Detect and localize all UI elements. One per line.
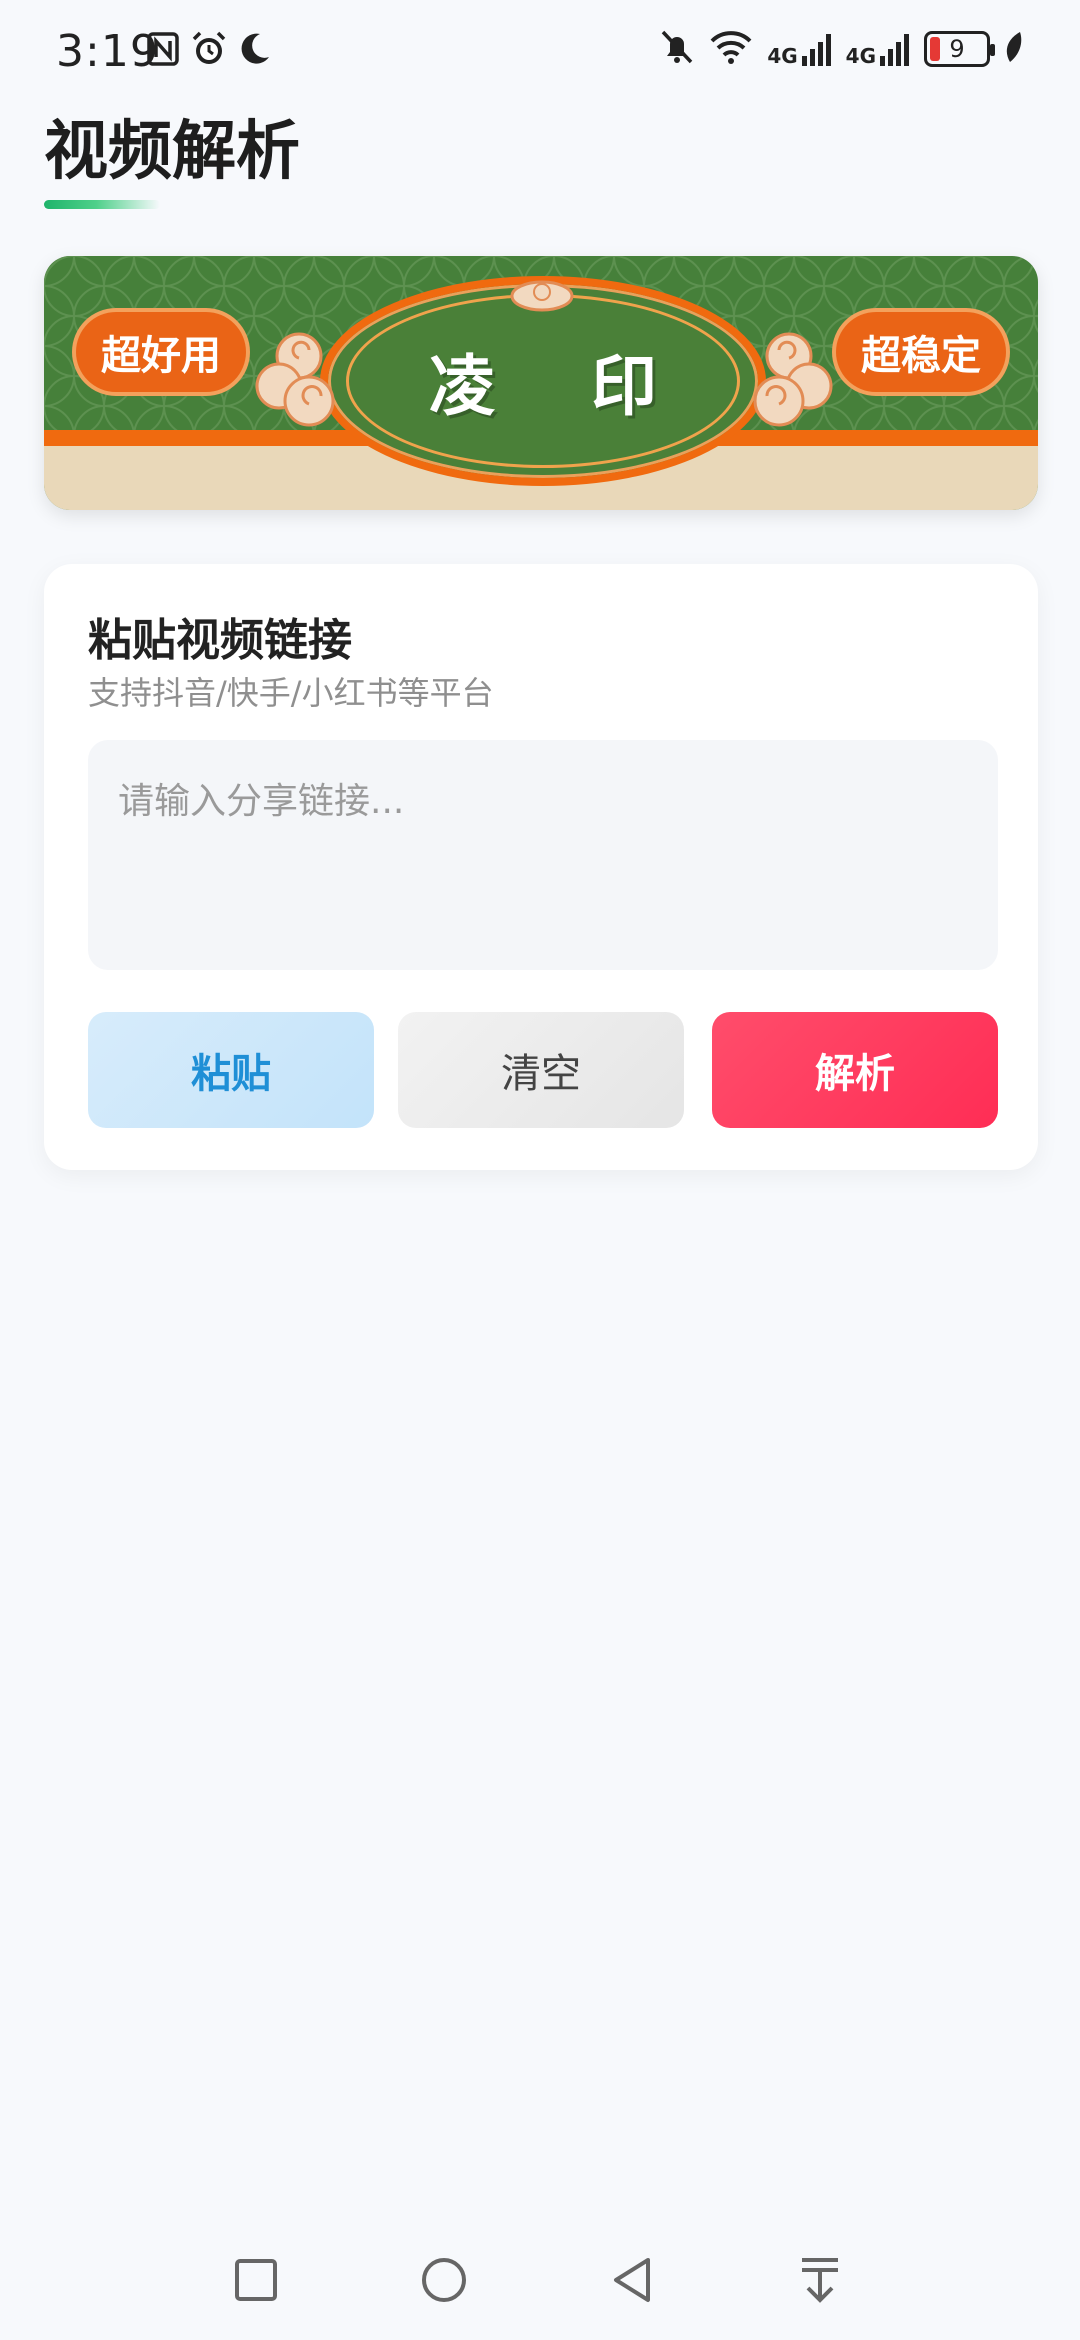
card-title: 粘贴视频链接	[88, 615, 352, 666]
page-title: 视频解析	[44, 115, 300, 189]
expand-notifications-icon[interactable]	[780, 2240, 860, 2320]
back-icon[interactable]	[592, 2240, 672, 2320]
nfc-icon	[146, 31, 180, 71]
parse-button[interactable]: 解析	[712, 1012, 998, 1128]
home-icon[interactable]	[404, 2240, 484, 2320]
banner-badge-left: 超好用	[76, 312, 246, 392]
status-right-icons: 4G 4G 9	[659, 28, 1024, 70]
leaf-icon	[1004, 30, 1024, 68]
moon-icon	[238, 31, 272, 71]
card-subtitle: 支持抖音/快手/小红书等平台	[88, 674, 494, 712]
link-input-card: 粘贴视频链接 支持抖音/快手/小红书等平台 粘贴 清空 解析	[44, 564, 1038, 1170]
network-label: 4G	[767, 44, 798, 68]
banner-char-2: 印	[591, 347, 657, 425]
cloud-right-icon	[753, 332, 833, 427]
cloud-left-icon	[255, 332, 335, 427]
cloud-top-icon	[510, 280, 574, 312]
share-link-input[interactable]	[88, 740, 998, 970]
battery-level: 9	[949, 35, 965, 63]
recent-apps-icon[interactable]	[216, 2240, 296, 2320]
signal-4g-icon: 4G	[767, 32, 831, 66]
status-bar: 3:19 4G 4G 9	[0, 0, 1080, 100]
wifi-icon	[709, 29, 753, 69]
status-left-icons	[146, 30, 272, 72]
system-nav-bar	[0, 2220, 1080, 2340]
paste-button[interactable]: 粘贴	[88, 1012, 374, 1128]
title-underline	[44, 200, 160, 209]
battery-icon: 9	[924, 31, 995, 67]
status-time: 3:19	[56, 26, 159, 77]
screen: 3:19 4G 4G 9 视频解析 凌 印 超好用 超稳定 粘贴视频链接 支持抖…	[0, 0, 1080, 2340]
promo-banner[interactable]: 凌 印 超好用 超稳定	[44, 256, 1038, 510]
network-label: 4G	[845, 44, 876, 68]
alarm-icon	[190, 30, 228, 72]
banner-badge-right: 超稳定	[836, 312, 1006, 392]
mute-bell-icon	[659, 28, 695, 70]
clear-button[interactable]: 清空	[398, 1012, 684, 1128]
banner-char-1: 凌	[429, 347, 495, 425]
signal-4g-icon: 4G	[846, 32, 910, 66]
